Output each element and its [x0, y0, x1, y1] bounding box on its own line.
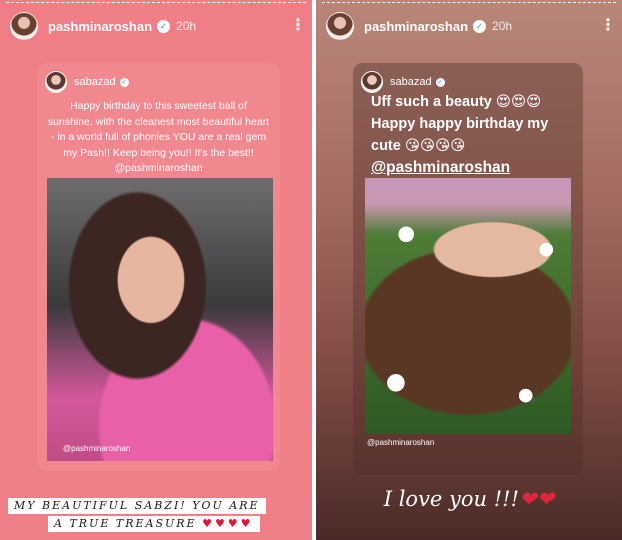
caption-text: I love you !!! [383, 487, 520, 511]
card-text: Uff such a beauty 😍😍😍 Happy happy birthd… [371, 91, 575, 179]
card-text-line-2: Happy happy birthday my cute 😘😘😘😘 [371, 116, 549, 154]
card-header: sabazad ✓ [45, 71, 129, 93]
photo-credit: @pashminaroshan [367, 438, 435, 447]
caption-line-2-text: A TRUE TREASURE [54, 517, 197, 530]
post-photo: @pashminaroshan [47, 178, 273, 461]
story-left: pashminaroshan ✓ 20h ⋮ sabazad ✓ Happy b… [0, 0, 312, 540]
avatar[interactable] [326, 12, 354, 40]
avatar [45, 71, 67, 93]
shared-story-card[interactable]: sabazad ✓ Uff such a beauty 😍😍😍 Happy ha… [353, 63, 583, 475]
more-options-icon[interactable]: ⋮ [290, 18, 306, 34]
card-header: sabazad ✓ [361, 71, 445, 93]
timestamp: 20h [492, 19, 513, 33]
caption-line-2: A TRUE TREASURE ♥♥♥♥ [48, 516, 260, 532]
username[interactable]: pashminaroshan [364, 19, 468, 34]
hearts-icon: ❤❤ [519, 487, 555, 511]
avatar [361, 71, 383, 93]
card-text: Happy birthday to this sweetest ball of … [47, 100, 270, 174]
story-right: pashminaroshan ✓ 20h ⋮ sabazad ✓ Uff suc… [316, 0, 622, 540]
story-header: pashminaroshan ✓ 20h ⋮ [10, 12, 306, 40]
progress-bar [6, 2, 306, 3]
verified-badge-icon: ✓ [435, 77, 445, 87]
verified-badge-icon: ✓ [119, 77, 129, 87]
shared-post-card[interactable]: sabazad ✓ Happy birthday to this sweetes… [37, 63, 280, 471]
caption-line-1: MY BEAUTIFUL SABZI! YOU ARE [8, 498, 266, 514]
story-caption: I love you !!!❤❤ [316, 487, 622, 511]
username[interactable]: pashminaroshan [48, 19, 152, 34]
verified-badge-icon: ✓ [473, 19, 487, 33]
card-username: sabazad [74, 76, 116, 88]
verified-badge-icon: ✓ [157, 19, 171, 33]
avatar[interactable] [10, 12, 38, 40]
progress-bar [322, 2, 616, 3]
photo-credit: @pashminaroshan [63, 444, 131, 453]
more-options-icon[interactable]: ⋮ [600, 18, 616, 34]
card-text-line-1: Uff such a beauty 😍😍😍 [371, 94, 542, 110]
hearts-icon: ♥♥♥♥ [202, 517, 254, 530]
post-photo [365, 178, 571, 434]
card-username: sabazad [390, 76, 432, 88]
timestamp: 20h [176, 19, 197, 33]
story-caption: MY BEAUTIFUL SABZI! YOU ARE A TRUE TREAS… [8, 498, 300, 534]
story-header: pashminaroshan ✓ 20h ⋮ [326, 12, 616, 40]
mention-link[interactable]: @pashminaroshan [371, 157, 575, 179]
